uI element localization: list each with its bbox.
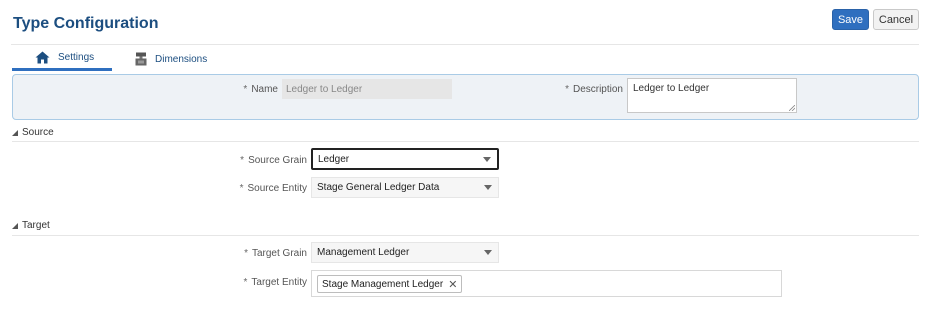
cancel-button[interactable]: Cancel xyxy=(873,9,919,30)
chevron-down-icon xyxy=(484,185,492,190)
target-entity-label-text: Target Entity xyxy=(251,276,307,288)
header-divider xyxy=(11,44,919,45)
source-grain-label: * Source Grain xyxy=(200,151,307,169)
source-header: Source xyxy=(22,127,54,138)
description-label-text: Description xyxy=(572,83,623,95)
target-grain-select[interactable]: Management Ledger xyxy=(311,242,499,263)
resize-handle-icon[interactable] xyxy=(789,105,795,111)
description-value: Ledger to Ledger xyxy=(633,83,710,94)
collapse-triangle-icon xyxy=(12,222,18,229)
chevron-down-icon xyxy=(484,250,492,255)
required-marker: * xyxy=(239,182,244,194)
required-marker: * xyxy=(243,83,248,95)
source-entity-value: Stage General Ledger Data xyxy=(317,182,440,193)
source-grain-value: Ledger xyxy=(318,153,350,165)
name-label: * Name xyxy=(200,80,278,98)
remove-chip-icon[interactable]: ✕ xyxy=(448,278,457,291)
target-entity-chip: Stage Management Ledger ✕ xyxy=(317,275,463,293)
target-entity-multiselect[interactable]: Stage Management Ledger ✕ xyxy=(311,270,782,297)
chevron-down-icon xyxy=(483,157,491,162)
collapse-triangle-icon xyxy=(12,129,18,136)
chip-label: Stage Management Ledger xyxy=(322,278,444,290)
target-entity-label: * Target Entity xyxy=(200,273,308,291)
name-label-text: Name xyxy=(251,83,278,95)
target-grain-label: * Target Grain xyxy=(200,244,307,262)
source-section-toggle[interactable]: Source xyxy=(12,127,54,138)
required-marker: * xyxy=(244,247,248,259)
required-marker: * xyxy=(243,276,248,288)
save-button[interactable]: Save xyxy=(832,9,869,30)
source-entity-label-text: Source Entity xyxy=(247,182,307,194)
page-title: Type Configuration xyxy=(13,15,159,32)
dimensions-icon xyxy=(135,52,147,66)
description-label: * Description xyxy=(520,80,623,98)
tab-dimensions[interactable]: Dimensions xyxy=(135,47,225,71)
target-grain-label-text: Target Grain xyxy=(251,247,307,259)
target-grain-value: Management Ledger xyxy=(317,247,410,258)
source-grain-select[interactable]: Ledger xyxy=(311,148,499,170)
description-field[interactable]: Ledger to Ledger xyxy=(627,78,797,113)
required-marker: * xyxy=(565,83,569,95)
source-grain-label-text: Source Grain xyxy=(248,154,307,166)
target-header: Target xyxy=(22,220,50,231)
name-field[interactable]: Ledger to Ledger xyxy=(282,79,452,99)
source-divider xyxy=(12,141,919,142)
required-marker: * xyxy=(240,154,245,166)
source-entity-label: * Source Entity xyxy=(200,179,307,197)
tab-settings[interactable]: Settings xyxy=(12,47,112,71)
home-icon xyxy=(35,51,50,64)
tab-dimensions-label: Dimensions xyxy=(155,53,208,65)
target-section-toggle[interactable]: Target xyxy=(12,220,50,231)
target-divider xyxy=(12,235,919,236)
source-entity-select[interactable]: Stage General Ledger Data xyxy=(311,177,499,198)
tab-settings-label: Settings xyxy=(58,52,95,63)
